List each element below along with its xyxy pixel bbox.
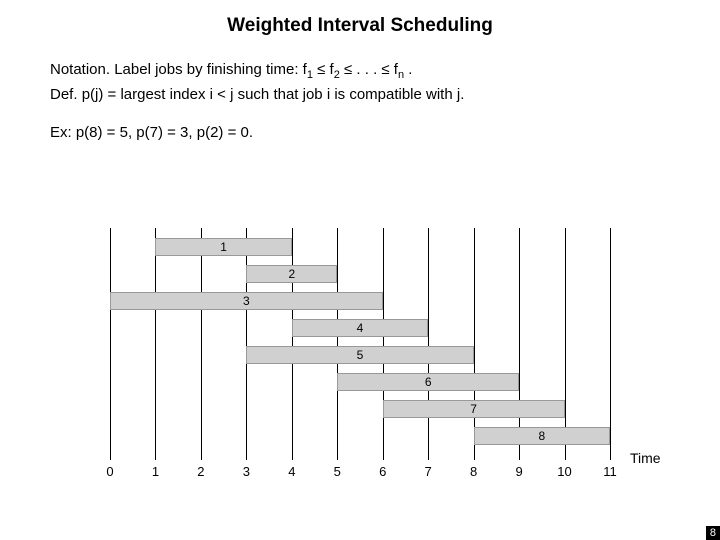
gridline <box>155 228 156 460</box>
interval-bar: 7 <box>383 400 565 418</box>
interval-bar: 3 <box>110 292 383 310</box>
x-tick-label: 7 <box>425 464 432 479</box>
gridline <box>565 228 566 460</box>
gridline <box>246 228 247 460</box>
x-tick-label: 5 <box>334 464 341 479</box>
x-tick-label: 1 <box>152 464 159 479</box>
notation-block: Notation. Label jobs by finishing time: … <box>0 37 720 106</box>
gridline <box>383 228 384 460</box>
interval-chart: 0123456789101112345678 <box>110 228 611 488</box>
x-tick-label: 2 <box>197 464 204 479</box>
gridline <box>292 228 293 460</box>
le-2: ≤ . . . ≤ f <box>340 61 398 78</box>
page-number-badge: 8 <box>706 526 720 540</box>
def-line: Def. p(j) = largest index i < j such tha… <box>50 84 670 106</box>
page-title: Weighted Interval Scheduling <box>0 0 720 37</box>
interval-bar: 5 <box>246 346 473 364</box>
gridline <box>519 228 520 460</box>
x-tick-label: 9 <box>515 464 522 479</box>
interval-bar: 6 <box>337 373 519 391</box>
axis-label-time: Time <box>630 450 661 466</box>
x-tick-label: 8 <box>470 464 477 479</box>
interval-bar: 2 <box>246 265 337 283</box>
gridline <box>110 228 111 460</box>
def-label: Def. <box>50 86 78 103</box>
notation-end: . <box>404 61 412 78</box>
gridline <box>474 228 475 460</box>
gridline <box>337 228 338 460</box>
interval-bar: 1 <box>155 238 291 256</box>
notation-line: Notation. Label jobs by finishing time: … <box>50 59 670 84</box>
example-line: Ex: p(8) = 5, p(7) = 3, p(2) = 0. <box>0 106 720 141</box>
x-tick-label: 10 <box>557 464 571 479</box>
def-text: p(j) = largest index i < j such that job… <box>82 86 465 103</box>
interval-bar: 4 <box>292 319 428 337</box>
notation-label: Notation. <box>50 61 110 78</box>
x-tick-label: 3 <box>243 464 250 479</box>
x-tick-label: 11 <box>603 464 617 479</box>
x-tick-label: 4 <box>288 464 295 479</box>
gridline <box>610 228 611 460</box>
x-tick-label: 0 <box>106 464 113 479</box>
gridline <box>428 228 429 460</box>
x-tick-label: 6 <box>379 464 386 479</box>
notation-text: Label jobs by finishing time: f <box>114 61 307 78</box>
gridline <box>201 228 202 460</box>
interval-bar: 8 <box>474 427 610 445</box>
le-1: ≤ f <box>313 61 334 78</box>
